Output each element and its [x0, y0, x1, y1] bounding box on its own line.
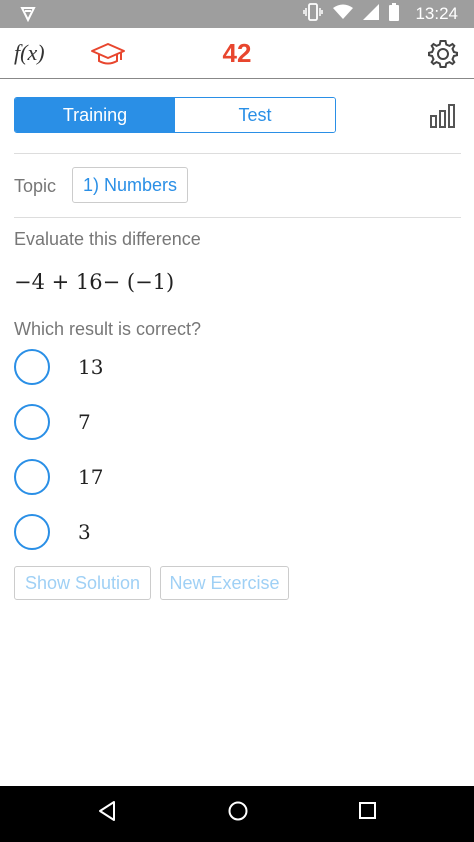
navigation-bar	[0, 786, 474, 842]
bar-chart-icon[interactable]	[430, 104, 456, 133]
clock: 13:24	[415, 4, 458, 23]
notification-icon	[20, 6, 36, 27]
radio-button[interactable]	[14, 349, 50, 385]
wifi-icon	[333, 4, 354, 25]
radio-button[interactable]	[14, 459, 50, 495]
vibrate-icon	[303, 2, 324, 26]
option-value: 3	[78, 520, 91, 544]
show-solution-button[interactable]: Show Solution	[14, 566, 151, 600]
topic-selector[interactable]: 1) Numbers	[72, 167, 189, 203]
mode-toggle: Training Test	[14, 97, 336, 133]
answer-option[interactable]: 17	[14, 457, 103, 497]
question-text: Which result is correct?	[14, 319, 202, 339]
answer-option[interactable]: 13	[14, 347, 103, 387]
home-icon[interactable]	[227, 800, 249, 827]
recents-icon[interactable]	[358, 800, 378, 827]
divider	[14, 153, 461, 154]
new-exercise-button[interactable]: New Exercise	[160, 566, 289, 600]
option-value: 17	[78, 465, 104, 489]
radio-button[interactable]	[14, 514, 50, 550]
divider	[14, 217, 461, 218]
exercise-prompt: Evaluate this difference	[14, 229, 201, 249]
back-icon[interactable]	[97, 800, 117, 827]
status-bar: 13:24	[0, 0, 474, 28]
math-expression: −4 + 16− (−1)	[14, 270, 175, 294]
tab-training[interactable]: Training	[15, 98, 175, 132]
score: 42	[222, 38, 252, 68]
answer-option[interactable]: 3	[14, 512, 91, 552]
battery-icon	[389, 2, 400, 26]
gear-icon[interactable]	[428, 39, 458, 74]
signal-icon	[363, 3, 380, 25]
tab-test[interactable]: Test	[175, 98, 335, 132]
app-bar: f(x) 42	[0, 28, 474, 79]
option-value: 7	[78, 410, 91, 434]
answer-option[interactable]: 7	[14, 402, 91, 442]
option-value: 13	[78, 355, 104, 379]
radio-button[interactable]	[14, 404, 50, 440]
topic-label: Topic	[14, 176, 57, 196]
